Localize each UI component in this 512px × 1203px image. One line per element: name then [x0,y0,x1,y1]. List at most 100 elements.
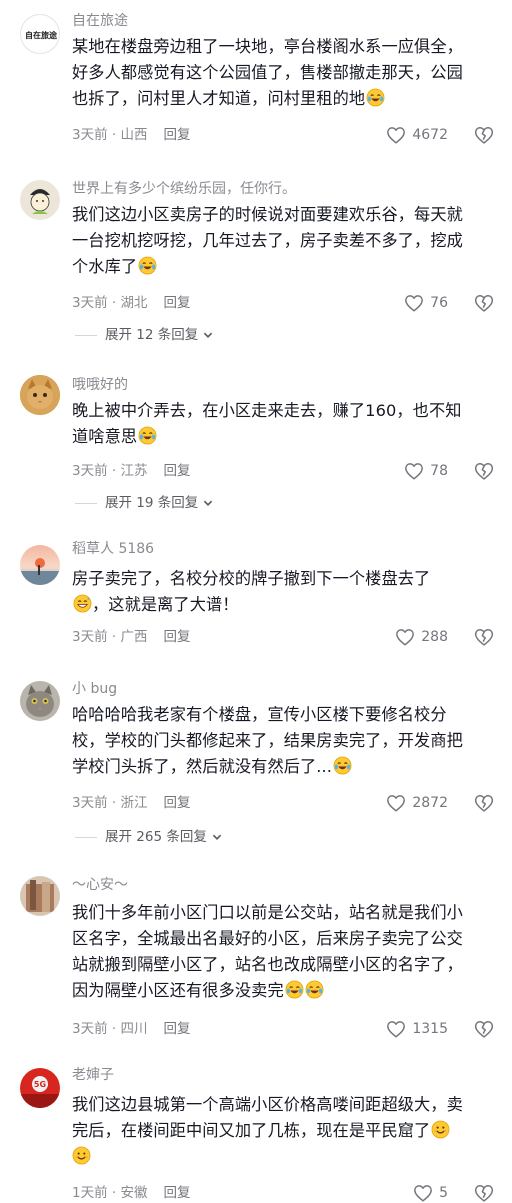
chevron-down-icon [202,497,214,509]
like-count: 4672 [412,127,448,143]
time-location: 3天前 · 湖北 [72,295,148,311]
heart-icon [404,294,424,312]
dislike-broken-heart-icon[interactable] [474,461,494,481]
time-location: 3天前 · 广西 [72,629,148,645]
like-button[interactable]: 288 [395,628,448,646]
like-button[interactable]: 2872 [386,794,448,812]
heart-icon [386,126,406,144]
heart-icon [404,462,424,480]
like-button[interactable]: 4672 [386,126,448,144]
heart-icon [386,794,406,812]
dislike-broken-heart-icon[interactable] [474,293,494,313]
comment-meta: 1天前 · 安徽 回复 [72,1184,190,1202]
avatar-logo-text: 自在旅途 [25,30,58,40]
comment-item: 自在旅途 自在旅途 某地在楼盘旁边租了一块地，亭台楼阁水系一应俱全， 好多人都感… [0,0,512,160]
avatar[interactable]: 自在旅途 [20,14,60,54]
like-button[interactable]: 1315 [386,1020,448,1038]
reply-button[interactable]: 回复 [163,127,190,143]
dislike-broken-heart-icon[interactable] [474,627,494,647]
like-button[interactable]: 76 [404,294,448,312]
comment-line: ，这就是离了大谱！ [72,592,502,618]
expand-replies-button[interactable]: 展开 19 条回复 [74,494,214,512]
like-count: 76 [430,295,448,311]
comment-item: ～心安～ 我们十多年前小区门口以前是公交站，站名就是我们小 区名字，全城最出名最… [0,872,512,1052]
dislike-broken-heart-icon[interactable] [474,1019,494,1039]
avatar[interactable] [20,876,60,916]
comment-meta: 3天前 · 江苏 回复 [72,462,190,480]
dislike-broken-heart-icon[interactable] [474,793,494,813]
like-count: 2872 [412,795,448,811]
time-location: 3天前 · 浙江 [72,795,148,811]
laugh-cry-emoji-icon [366,88,385,107]
username[interactable]: 稻草人 5186 [72,540,154,558]
comment-line: 区名字，全城最出名最好的小区，后来房子卖完了公交 [72,929,463,948]
dislike-broken-heart-icon[interactable] [474,1183,494,1203]
comment-text: 我们十多年前小区门口以前是公交站，站名就是我们小 区名字，全城最出名最好的小区，… [72,900,502,1004]
expand-replies-button[interactable]: 展开 12 条回复 [74,326,214,344]
comment-line: 也拆了，问村里人才知道，问村里租的地 [72,86,502,112]
comment-line: 房子卖完了，名校分校的牌子撤到下一个楼盘去了 [72,569,431,588]
comment-line: 好多人都感觉有这个公园值了，售楼部撤走那天，公园 [72,63,463,82]
comment-line: 我们这边县城第一个高端小区价格高喽间距超级大，卖 [72,1095,463,1114]
username[interactable]: 哦哦好的 [72,376,128,394]
comment-item: 稻草人 5186 房子卖完了，名校分校的牌子撤到下一个楼盘去了 ，这就是离了大谱… [0,538,512,658]
comment-line: 一台挖机挖呀挖，几年过去了，房子卖差不多了，挖成 [72,231,463,250]
comment-meta: 3天前 · 四川 回复 [72,1020,190,1038]
comment-meta: 3天前 · 广西 回复 [72,628,190,646]
comment-text: 我们这边小区卖房子的时候说对面要建欢乐谷，每天就 一台挖机挖呀挖，几年过去了，房… [72,202,502,280]
laugh-cry-emoji-icon [285,980,304,999]
reply-button[interactable]: 回复 [163,295,190,311]
expand-replies-label: 展开 19 条回复 [105,495,199,511]
laugh-cry-emoji-icon [138,426,157,445]
username[interactable]: 小 bug [72,680,117,698]
comment-line: 我们十多年前小区门口以前是公交站，站名就是我们小 [72,903,463,922]
dislike-broken-heart-icon[interactable] [474,125,494,145]
like-button[interactable]: 5 [413,1184,448,1202]
time-location: 3天前 · 江苏 [72,463,148,479]
comment-line: 道啥意思 [72,424,502,450]
username[interactable]: 老婶子 [72,1066,114,1084]
comment-item: 5G 老婶子 我们这边县城第一个高端小区价格高喽间距超级大，卖 完后，在楼间距中… [0,1066,512,1200]
reply-button[interactable]: 回复 [163,463,190,479]
comment-text: 我们这边县城第一个高端小区价格高喽间距超级大，卖 完后，在楼间距中间又加了几栋，… [72,1092,502,1170]
comment-line: 某地在楼盘旁边租了一块地，亭台楼阁水系一应俱全， [72,37,463,56]
reply-button[interactable]: 回复 [163,1021,190,1037]
comment-line: 哈哈哈哈我老家有个楼盘，宣传小区楼下要修名校分 [72,705,447,724]
heart-icon [395,628,415,646]
reply-button[interactable]: 回复 [163,795,190,811]
chevron-down-icon [202,329,214,341]
username[interactable]: 世界上有多少个缤纷乐园，任你行。 [72,180,296,198]
avatar[interactable] [20,545,60,585]
username[interactable]: ～心安～ [72,876,128,894]
avatar[interactable] [20,681,60,721]
comment-line: 因为隔壁小区还有很多没卖完 [72,978,502,1004]
comment-line: 晚上被中介弄去，在小区走来走去，赚了160，也不知 [72,401,462,420]
time-location: 3天前 · 山西 [72,127,148,143]
comment-text: 哈哈哈哈我老家有个楼盘，宣传小区楼下要修名校分 校，学校的门头都修起来了，结果房… [72,702,502,780]
comment-item: 小 bug 哈哈哈哈我老家有个楼盘，宣传小区楼下要修名校分 校，学校的门头都修起… [0,674,512,854]
smile-emoji-icon [431,1120,450,1139]
comment-line [72,1144,502,1170]
expand-replies-label: 展开 12 条回复 [105,327,199,343]
comment-meta: 3天前 · 山西 回复 [72,126,190,144]
reply-button[interactable]: 回复 [163,1185,190,1201]
avatar[interactable]: 5G [20,1068,60,1108]
comment-text: 某地在楼盘旁边租了一块地，亭台楼阁水系一应俱全， 好多人都感觉有这个公园值了，售… [72,34,502,112]
avatar[interactable] [20,180,60,220]
like-count: 1315 [412,1021,448,1037]
heart-icon [413,1184,433,1202]
comment-line: 个水库了 [72,254,502,280]
comment-meta: 3天前 · 湖北 回复 [72,294,190,312]
expand-replies-button[interactable]: 展开 265 条回复 [75,828,223,846]
grin-sweat-emoji-icon [73,594,92,613]
expand-replies-label: 展开 265 条回复 [105,829,207,845]
laugh-cry-emoji-icon [333,756,352,775]
like-button[interactable]: 78 [404,462,448,480]
reply-button[interactable]: 回复 [163,629,190,645]
username[interactable]: 自在旅途 [72,12,128,30]
comment-line: 校，学校的门头都修起来了，结果房卖完了，开发商把 [72,731,463,750]
avatar[interactable] [20,375,60,415]
comment-line: 站就搬到隔壁小区了，站名也改成隔壁小区的名字了， [72,955,463,974]
comment-line: 完后，在楼间距中间又加了几栋，现在是平民窟了 [72,1118,502,1144]
comment-item: 哦哦好的 晚上被中介弄去，在小区走来走去，赚了160，也不知 道啥意思 3天前 … [0,372,512,522]
